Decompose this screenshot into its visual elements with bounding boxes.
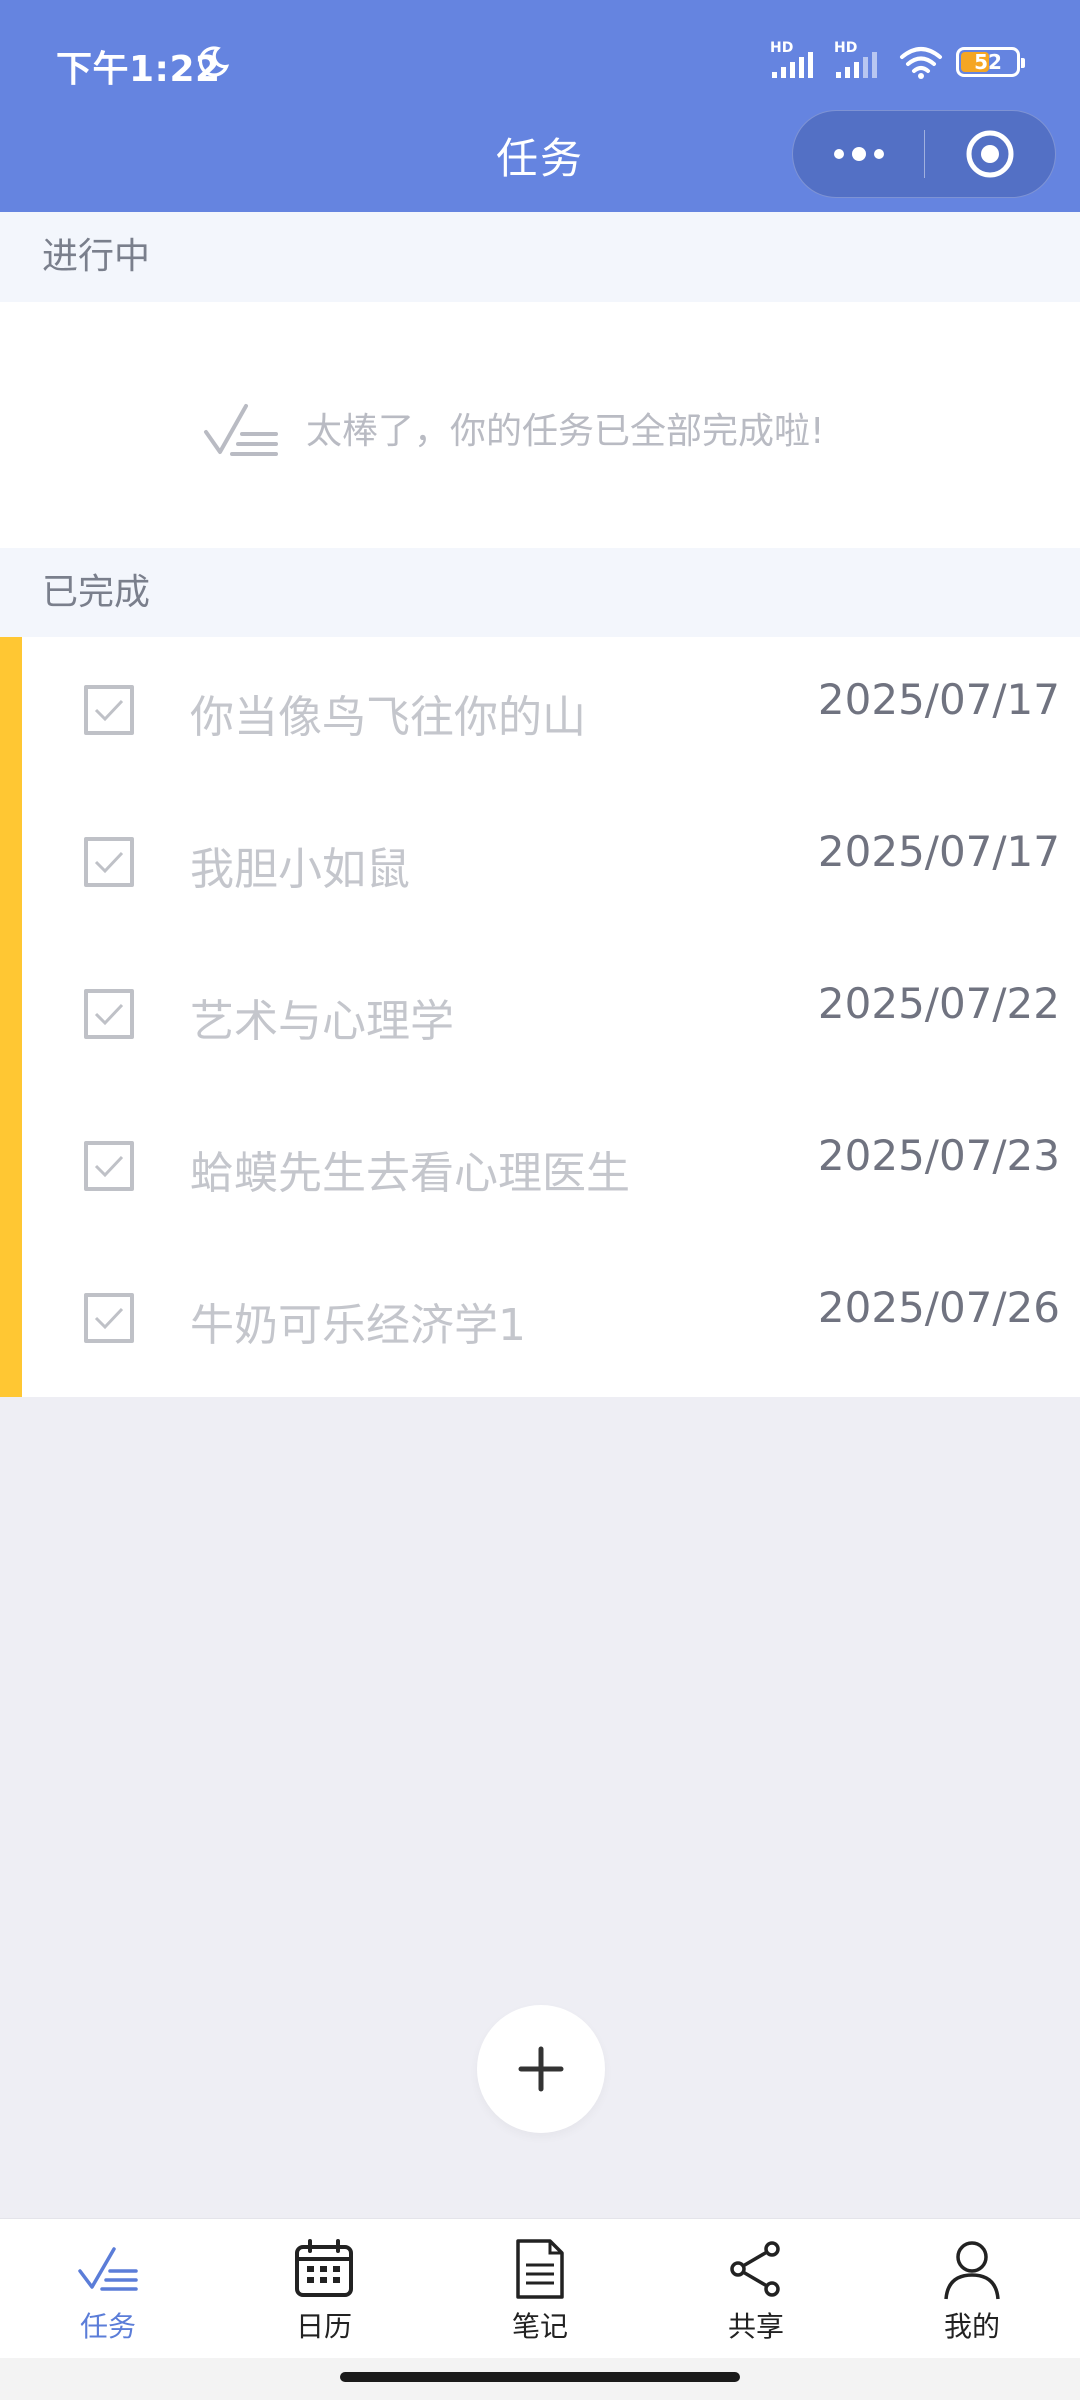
moon-icon — [198, 46, 230, 77]
checkmark-icon — [94, 699, 124, 722]
task-title: 蛤蟆先生去看心理医生 — [190, 1148, 630, 1199]
status-icons: HD HD 52 — [770, 40, 1025, 82]
task-row[interactable]: 我胆小如鼠 2025/07/17 — [22, 789, 1080, 941]
task-date: 2025/07/17 — [817, 675, 1060, 724]
tab-label: 共享 — [727, 2310, 784, 2343]
task-row[interactable]: 蛤蟆先生去看心理医生 2025/07/23 — [22, 1093, 1080, 1245]
plus-icon — [518, 2046, 564, 2092]
task-date: 2025/07/23 — [817, 1131, 1060, 1180]
section-header-completed: 已完成 — [0, 548, 1080, 638]
tab-share[interactable]: 共享 — [648, 2219, 864, 2359]
task-row[interactable]: 你当像鸟飞往你的山 2025/07/17 — [22, 637, 1080, 789]
calendar-icon — [295, 2239, 353, 2297]
task-date: 2025/07/22 — [817, 979, 1060, 1028]
bottom-tab-bar: 任务 日历 笔记 共享 我的 — [0, 2218, 1080, 2358]
completed-accent-bar — [0, 637, 22, 1397]
cell-signal-icon-2: HD — [834, 40, 886, 80]
task-checkbox[interactable] — [84, 1293, 134, 1343]
app-header: 下午1:22 HD HD 52 任务 — [0, 0, 1080, 212]
task-title: 我胆小如鼠 — [190, 844, 410, 895]
tab-calendar[interactable]: 日历 — [216, 2219, 432, 2359]
task-complete-icon — [204, 404, 278, 456]
tab-notes[interactable]: 笔记 — [432, 2219, 648, 2359]
mini-program-capsule — [792, 110, 1056, 198]
share-icon — [730, 2241, 780, 2297]
tab-label: 日历 — [295, 2310, 352, 2343]
task-title: 牛奶可乐经济学1 — [190, 1300, 526, 1351]
tab-profile[interactable]: 我的 — [864, 2219, 1080, 2359]
tab-tasks[interactable]: 任务 — [0, 2219, 216, 2359]
task-checkbox[interactable] — [84, 1141, 134, 1191]
tab-label: 笔记 — [511, 2310, 568, 2343]
tab-label: 我的 — [943, 2310, 1000, 2343]
task-row[interactable]: 艺术与心理学 2025/07/22 — [22, 941, 1080, 1093]
task-checkbox[interactable] — [84, 989, 134, 1039]
task-checkbox[interactable] — [84, 837, 134, 887]
add-task-button[interactable] — [477, 2005, 605, 2133]
more-button[interactable] — [793, 110, 924, 198]
close-mini-program-button[interactable] — [925, 110, 1055, 198]
checkmark-icon — [94, 1003, 124, 1026]
tab-label: 任务 — [79, 2310, 136, 2343]
checkmark-icon — [94, 851, 124, 874]
empty-state: 太棒了，你的任务已全部完成啦! — [0, 302, 1080, 548]
completed-task-list: 你当像鸟飞往你的山 2025/07/17 我胆小如鼠 2025/07/17 艺术… — [0, 637, 1080, 1397]
checkmark-icon — [94, 1155, 124, 1178]
task-date: 2025/07/26 — [817, 1283, 1060, 1332]
task-date: 2025/07/17 — [817, 827, 1060, 876]
user-icon — [944, 2241, 1000, 2300]
note-document-icon — [516, 2239, 564, 2299]
empty-message: 太棒了，你的任务已全部完成啦! — [306, 411, 825, 452]
task-check-icon — [78, 2247, 138, 2291]
battery-level: 52 — [974, 50, 1002, 74]
section-header-in-progress: 进行中 — [0, 212, 1080, 302]
task-title: 艺术与心理学 — [190, 996, 454, 1047]
battery-icon: 52 — [956, 47, 1025, 77]
cell-signal-icon: HD — [770, 40, 822, 80]
checkmark-icon — [94, 1307, 124, 1330]
target-circle-icon — [966, 130, 1014, 178]
task-row[interactable]: 牛奶可乐经济学1 2025/07/26 — [22, 1245, 1080, 1397]
task-title: 你当像鸟飞往你的山 — [190, 692, 586, 743]
task-checkbox[interactable] — [84, 685, 134, 735]
more-dots-icon — [833, 147, 884, 161]
wifi-icon — [900, 47, 942, 79]
status-bar: 下午1:22 HD HD 52 — [0, 0, 1080, 118]
home-indicator[interactable] — [340, 2372, 740, 2382]
